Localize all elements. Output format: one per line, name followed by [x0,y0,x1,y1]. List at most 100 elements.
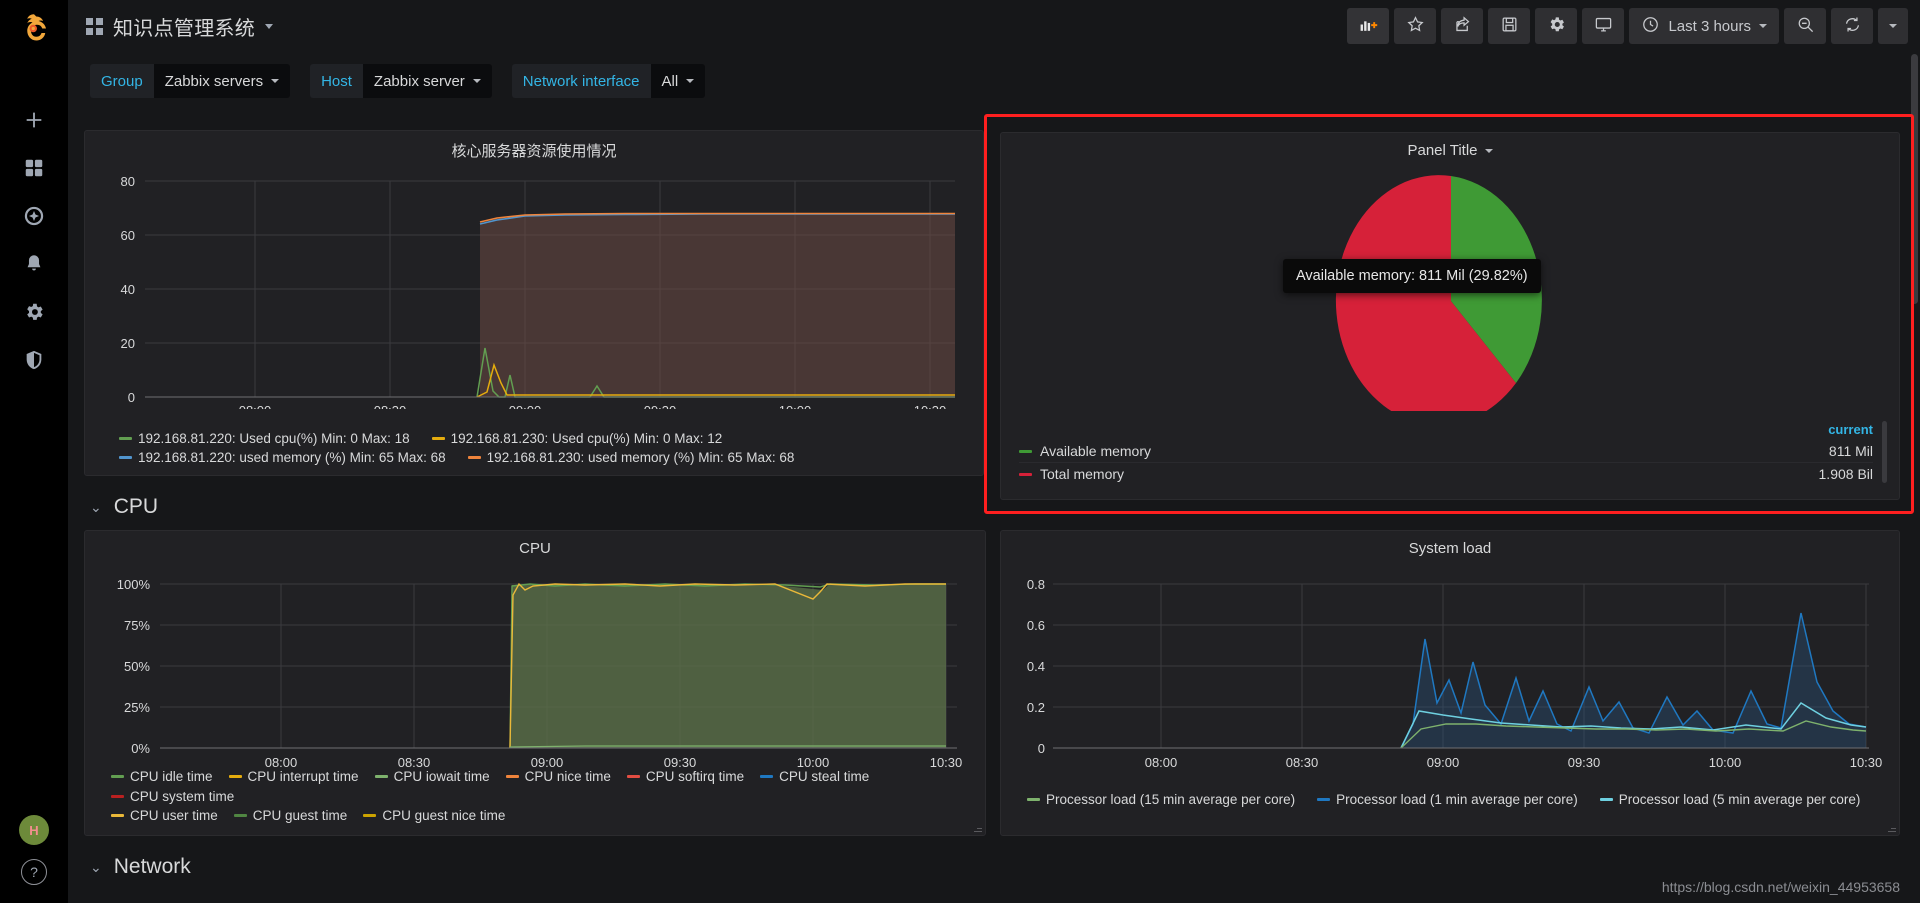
pie-legend-row[interactable]: Total memory 1.908 Bil [1019,462,1873,485]
dashboard-title-picker[interactable]: 知识点管理系统 [86,12,274,41]
legend-label: CPU nice time [524,769,611,784]
svg-text:09:00: 09:00 [509,403,542,409]
legend-swatch [363,814,377,817]
clock-icon [1641,15,1660,38]
avatar-initial: H [29,822,39,838]
svg-text:50%: 50% [124,659,150,674]
grafana-dashboard: H ? 知识点管理系统 Last 3 hours Group Zabbix se… [0,0,1920,903]
gear-icon [23,301,45,328]
pie-legend-row[interactable]: Available memory 811 Mil [1019,440,1873,462]
legend-label: Processor load (15 min average per core) [1046,792,1296,807]
help-icon[interactable]: ? [21,859,47,885]
variable-select-host[interactable]: Zabbix server [362,64,492,98]
row-title: Network [113,855,191,878]
mark-favorite-button[interactable] [1394,8,1437,44]
cpu-chart: 100%75% 50%25% 0% 08:00 08:30 09:00 09:30 … [117,577,963,770]
svg-text:0.4: 0.4 [1027,659,1045,674]
sidebar-item-dashboards[interactable] [0,146,68,194]
legend-swatch [1027,798,1040,801]
legend-item[interactable]: 192.168.81.230: used memory (%) Min: 65 … [467,450,794,465]
panel-title-pie[interactable]: Panel Title [1001,133,1899,159]
svg-text:08:00: 08:00 [265,755,298,770]
sidebar-item-alerting[interactable] [0,242,68,290]
legend-item[interactable]: Processor load (1 min average per core) [1317,792,1578,807]
sidebar-item-server-admin[interactable] [0,338,68,386]
zoom-out-time-button[interactable] [1784,8,1826,44]
legend-item[interactable]: CPU softirq time [626,769,744,784]
svg-text:08:30: 08:30 [374,403,407,409]
legend-item[interactable]: CPU iowait time [374,769,490,784]
variable-value-group: Zabbix servers [164,72,264,90]
chevron-down-icon [686,79,695,83]
grafana-logo-icon[interactable] [0,0,68,60]
sidebar-item-explore[interactable] [0,194,68,242]
panel-title-text: Panel Title [1407,142,1478,159]
pie-legend-scrollbar[interactable] [1882,421,1887,483]
panel-title-system-load[interactable]: System load [1001,531,1899,557]
add-panel-button[interactable] [1347,8,1390,44]
legend-item[interactable]: CPU nice time [505,769,611,784]
legend-label: Processor load (5 min average per core) [1618,792,1861,807]
legend-label: CPU guest nice time [382,808,506,823]
row-header-cpu[interactable]: ⌄ CPU [90,495,158,519]
legend-label: CPU iowait time [393,769,490,784]
page-scrollbar[interactable] [1911,54,1918,899]
panel-cpu[interactable]: CPU 100% 75% 50% 25% 0% 08:00 08:30 09:0… [84,530,986,836]
variable-label-host: Host [310,64,363,98]
panel-overview[interactable]: 核心服务器资源使用情况 80 60 40 20 0 192.168.81.220… [84,130,984,476]
page-scrollbar-thumb[interactable] [1911,54,1918,304]
svg-text:09:00: 09:00 [1427,755,1460,770]
legend-swatch [1019,449,1032,453]
svg-text:10:30: 10:30 [914,403,947,409]
legend-item[interactable]: CPU idle time [111,769,213,784]
legend-item[interactable]: CPU user time [111,808,218,823]
sidebar-item-create-add[interactable] [0,98,68,146]
legend-item[interactable]: CPU interrupt time [228,769,359,784]
legend-item[interactable]: 192.168.81.230: Used cpu(%) Min: 0 Max: … [431,431,722,446]
panel-system-load[interactable]: System load 0.8 0.6 0.4 0.2 0 08:00 08:3… [1000,530,1900,836]
cpu-legend: CPU idle time CPU interrupt time CPU iow… [85,769,985,823]
dashboard-grid-icon [86,17,103,35]
refresh-interval-picker[interactable] [1878,8,1908,44]
chevron-down-icon [1759,24,1767,28]
avatar[interactable]: H [19,815,49,845]
sidebar-item-configuration[interactable] [0,290,68,338]
share-dashboard-button[interactable] [1441,8,1484,44]
legend-label: 192.168.81.220: Used cpu(%) Min: 0 Max: … [138,431,410,446]
legend-item[interactable]: Processor load (5 min average per core) [1599,792,1861,807]
variable-select-network-interface[interactable]: All [650,64,706,98]
share-icon [1453,15,1472,38]
variable-select-group[interactable]: Zabbix servers [153,64,291,98]
save-dashboard-button[interactable] [1488,8,1531,44]
svg-text:08:30: 08:30 [398,755,431,770]
legend-item[interactable]: CPU system time [111,789,234,804]
monitor-icon [1594,15,1613,38]
toolbar: Last 3 hours [1347,8,1908,44]
row-header-network[interactable]: ⌄ Network [90,855,191,879]
panel-resize-handle[interactable] [972,822,982,832]
legend-swatch [119,437,132,440]
legend-item[interactable]: CPU guest nice time [363,808,505,823]
panel-title-cpu[interactable]: CPU [85,531,985,557]
bell-icon [23,253,45,280]
refresh-dashboard-button[interactable] [1831,8,1873,44]
legend-item[interactable]: 192.168.81.220: Used cpu(%) Min: 0 Max: … [119,431,410,446]
cycle-view-mode-button[interactable] [1582,8,1625,44]
legend-swatch [228,775,242,778]
svg-text:20: 20 [121,336,135,351]
legend-swatch [111,795,124,798]
panel-pie-memory[interactable]: Panel Title Available memory: 811 Mil (2… [1000,132,1900,500]
variable-label-network-interface: Network interface [511,64,651,98]
dashboard-settings-button[interactable] [1535,8,1578,44]
legend-item[interactable]: CPU guest time [233,808,347,823]
time-range-picker[interactable]: Last 3 hours [1629,8,1779,44]
legend-swatch [374,775,388,778]
legend-swatch [467,456,481,459]
svg-text:0.2: 0.2 [1027,700,1045,715]
legend-item[interactable]: Processor load (15 min average per core) [1027,792,1295,807]
legend-item[interactable]: CPU steal time [760,769,869,784]
legend-item[interactable]: 192.168.81.220: used memory (%) Min: 65 … [119,450,446,465]
panel-title-overview[interactable]: 核心服务器资源使用情况 [85,131,983,161]
panel-resize-handle[interactable] [1886,822,1896,832]
svg-text:10:00: 10:00 [779,403,812,409]
